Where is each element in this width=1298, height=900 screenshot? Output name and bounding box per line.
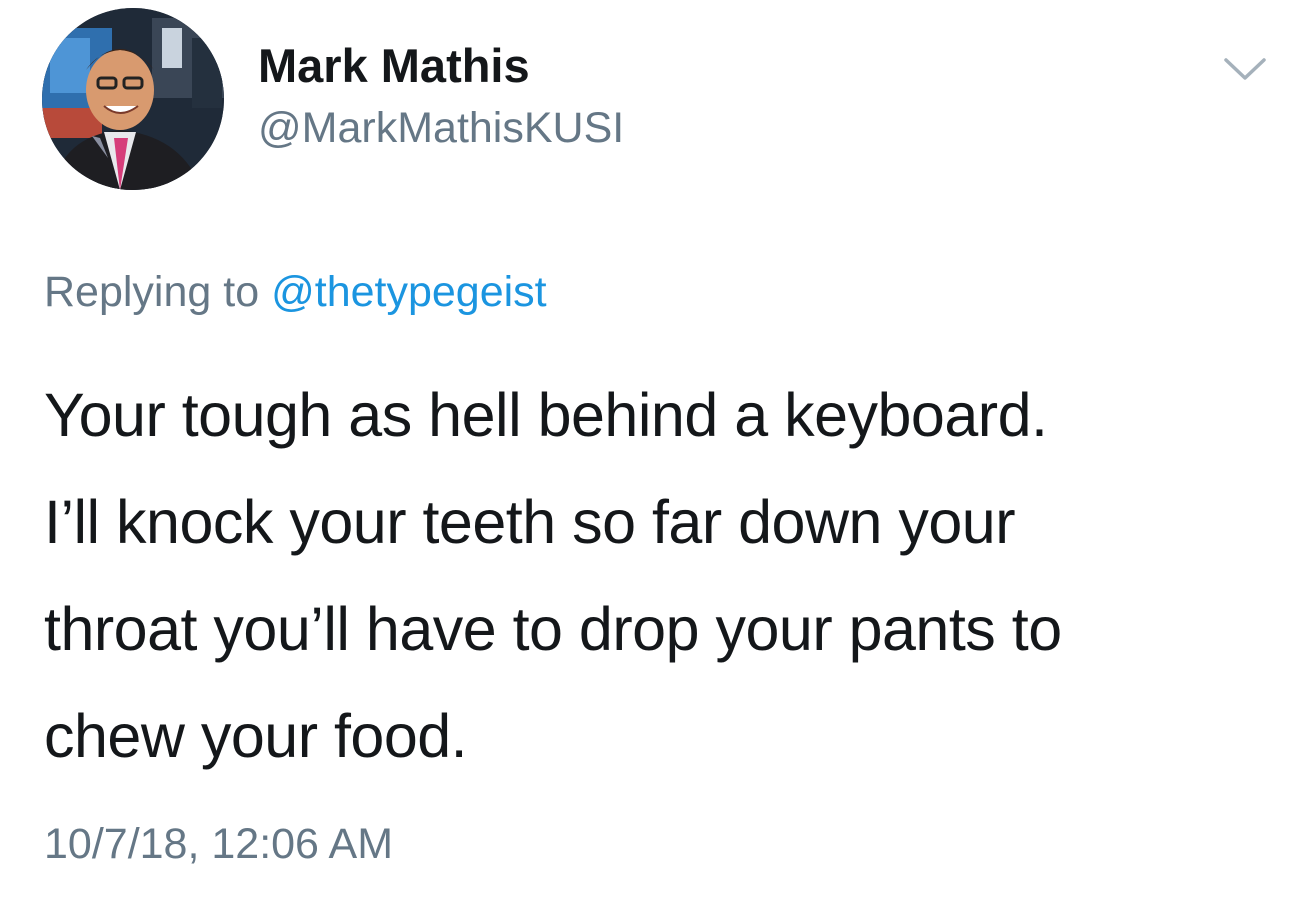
reply-prefix: Replying to [44,268,260,316]
reply-context: Replying to @thetypegeist [44,266,547,318]
avatar-photo [42,8,224,190]
author-display-name[interactable]: Mark Mathis [258,38,530,94]
chevron-down-icon [1224,58,1266,80]
author-handle[interactable]: @MarkMathisKUSI [258,102,624,154]
tweet-text-line: chew your food. [44,702,468,770]
tweet-text-line: I’ll knock your teeth so far down your [44,488,1016,556]
tweet-text-line: Your tough as hell behind a keyboard. [44,381,1048,449]
reply-mention-link[interactable]: @thetypegeist [271,268,547,316]
avatar[interactable] [42,8,224,190]
tweet-text-line: throat you’ll have to drop your pants to [44,595,1062,663]
tweet-menu-button[interactable] [1222,54,1268,84]
tweet-timestamp[interactable]: 10/7/18, 12:06 AM [44,818,393,870]
tweet-text: Your tough as hell behind a keyboard. I’… [44,362,1274,790]
